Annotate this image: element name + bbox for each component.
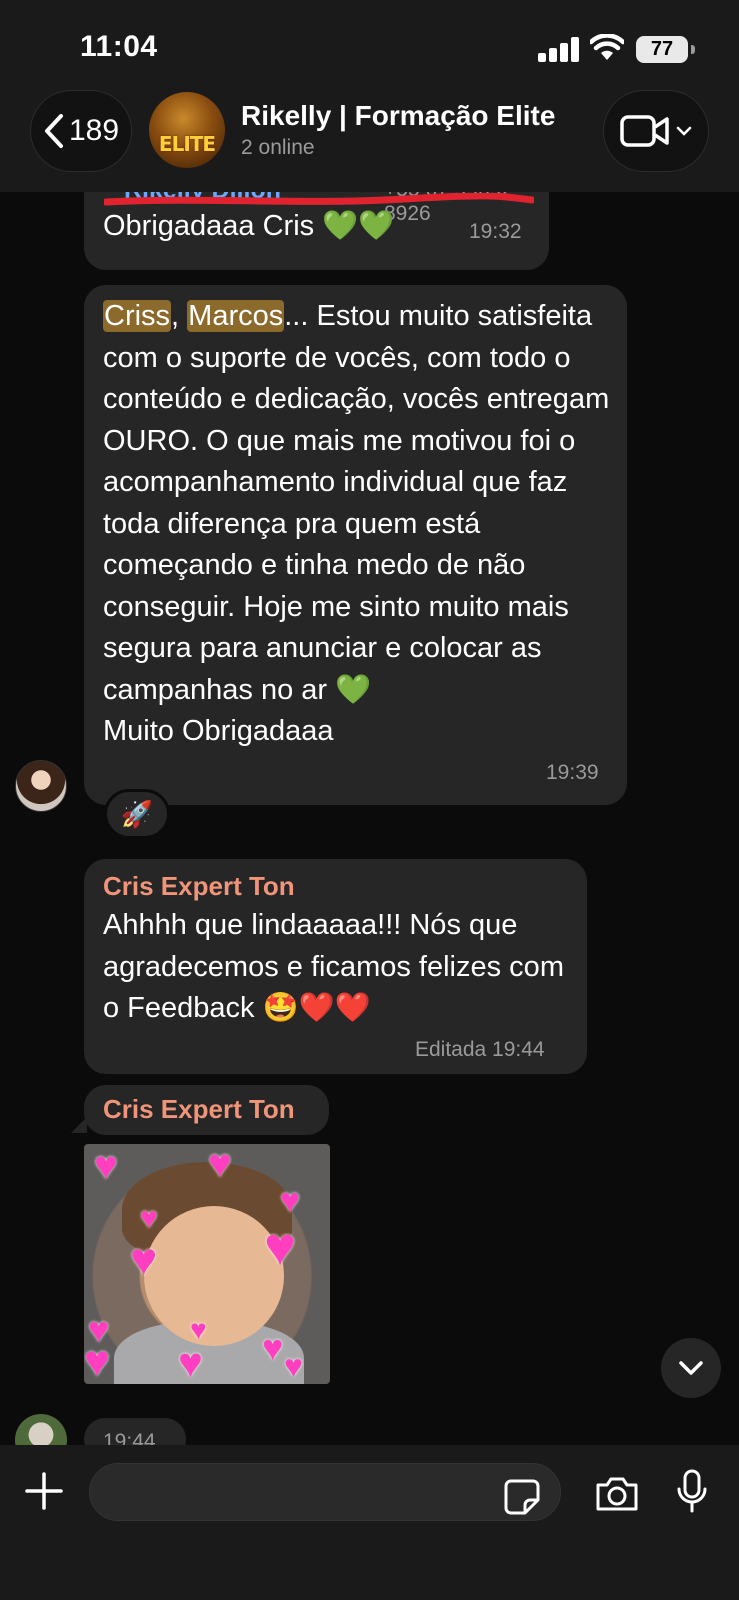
message-input[interactable] — [89, 1463, 561, 1521]
sender-name: Cris Expert Ton — [103, 871, 295, 901]
heart-icon: ♥ — [84, 1337, 111, 1384]
message-bubble[interactable]: Criss, Marcos... Estou muito satisfeita … — [84, 285, 627, 805]
rocket-icon: 🚀 — [120, 798, 154, 829]
message-bubble[interactable]: Cris Expert Ton Ahhhh que lindaaaaa!!! N… — [84, 859, 587, 1074]
heart-icon: ♥ — [178, 1339, 203, 1384]
status-time: 11:04 — [80, 30, 158, 63]
heart-icon: ♥ — [94, 1144, 118, 1188]
mention[interactable]: Criss — [103, 300, 172, 332]
sticker-face — [144, 1206, 284, 1346]
video-call-button[interactable] — [603, 90, 709, 172]
chat-title[interactable]: Rikelly | Formação Elite — [241, 100, 555, 132]
back-button[interactable]: 189 — [30, 90, 132, 172]
microphone-icon[interactable] — [676, 1469, 708, 1515]
group-avatar-logo-text: ELITE — [158, 132, 216, 156]
unread-count: 189 — [68, 114, 120, 147]
status-bar: 11:04 77 — [0, 0, 739, 90]
heart-icon: ♥ — [284, 1348, 303, 1384]
message-text: Criss, Marcos... Estou muito satisfeita … — [103, 296, 613, 753]
redaction-scribble — [104, 193, 534, 206]
attach-plus-icon[interactable] — [24, 1471, 64, 1511]
message-bubble[interactable]: 19:44 — [84, 1418, 186, 1445]
camera-icon[interactable] — [594, 1475, 640, 1513]
sender-label-bubble: Cris Expert Ton — [84, 1085, 329, 1135]
message-composer — [0, 1445, 739, 1600]
battery-level: 77 — [636, 36, 688, 63]
heart-icon: ♥ — [262, 1327, 284, 1368]
online-status: 2 online — [241, 136, 315, 159]
heart-icon: ♥ — [208, 1144, 232, 1186]
heart-icon: ♥ — [280, 1182, 301, 1220]
heart-icon: ♥ — [140, 1202, 158, 1235]
sender-name: Cris Expert Ton — [103, 1094, 295, 1124]
message-time: 19:44 — [103, 1430, 156, 1445]
group-avatar[interactable]: ELITE — [149, 92, 225, 168]
message-time: 19:32 — [469, 220, 522, 243]
message-time: Editada 19:44 — [415, 1038, 545, 1061]
cellular-signal-icon — [538, 36, 580, 62]
sender-avatar[interactable] — [15, 760, 67, 812]
wifi-icon — [590, 34, 624, 60]
chevron-left-icon — [44, 114, 63, 148]
mention-separator: , — [171, 300, 188, 332]
sticker-icon[interactable] — [503, 1478, 541, 1516]
sender-avatar[interactable] — [15, 1414, 67, 1445]
reaction-badge[interactable]: 🚀 — [104, 789, 170, 839]
message-text: Ahhhh que lindaaaaa!!! Nós que agradecem… — [103, 909, 564, 1024]
chevron-down-icon — [679, 1361, 703, 1375]
message-time: 19:39 — [546, 761, 599, 784]
heart-icon: ♥ — [130, 1233, 158, 1285]
chevron-down-icon — [676, 126, 692, 136]
message-text: Obrigadaaa Cris 💚💚 — [103, 210, 395, 242]
message-body: ... Estou muito satisfeita com o suporte… — [103, 300, 610, 747]
chat-header: 189 ELITE Rikelly | Formação Elite 2 onl… — [0, 90, 739, 192]
mention[interactable]: Marcos — [187, 300, 285, 332]
video-camera-icon — [620, 115, 669, 147]
battery-tip — [691, 45, 695, 54]
scroll-to-bottom-button[interactable] — [661, 1338, 721, 1398]
message-list[interactable]: Rikelly Dillon +55 67 99692-8926 Obrigad… — [0, 192, 739, 1445]
heart-icon: ♥ — [264, 1217, 297, 1277]
sticker-image[interactable]: ♥ ♥ ♥ ♥ ♥ ♥ ♥ ♥ ♥ ♥ ♥ ♥ — [84, 1144, 330, 1384]
